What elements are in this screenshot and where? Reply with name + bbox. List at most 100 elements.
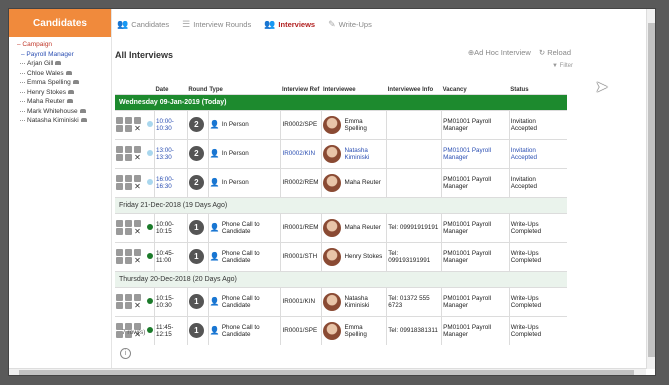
tab-candidates[interactable]: 👥 Candidates bbox=[117, 19, 169, 30]
calendar-icon[interactable] bbox=[116, 257, 123, 264]
edit-icon[interactable] bbox=[125, 146, 132, 153]
interviewee-cell[interactable]: Natasha Kiminiski bbox=[321, 286, 387, 316]
interviewee-name: Maha Reuter bbox=[344, 179, 381, 186]
attach-icon[interactable] bbox=[134, 175, 141, 182]
sidebar-candidate[interactable]: Maha Reuter bbox=[17, 97, 111, 107]
table-row[interactable]: ✕ 10:00- 10:30 2 👤 In Person IR0002/SPE Emma S… bbox=[115, 109, 567, 139]
col-interviewee[interactable]: Interviewee bbox=[322, 87, 387, 94]
attach-icon[interactable] bbox=[134, 117, 141, 124]
type-cell: 👤 Phone Call to Candidate bbox=[207, 315, 281, 345]
view-icon[interactable] bbox=[116, 294, 123, 301]
notes-icon[interactable] bbox=[125, 302, 132, 309]
interviewee-cell[interactable]: Maha Reuter bbox=[321, 167, 387, 197]
calendar-icon[interactable] bbox=[116, 183, 123, 190]
cancel-icon[interactable]: ✕ bbox=[134, 257, 141, 265]
filter-icon: ▼ bbox=[552, 63, 558, 69]
reload-button[interactable]: ↻ Reload bbox=[539, 48, 571, 57]
vertical-scroll-thumb[interactable] bbox=[648, 23, 655, 357]
edit-icon[interactable] bbox=[125, 117, 132, 124]
notes-icon[interactable] bbox=[125, 228, 132, 235]
row-action-icons: ✕ bbox=[116, 146, 145, 162]
horizontal-scrollbar[interactable] bbox=[9, 368, 646, 375]
table-row[interactable]: ✕ 13:00- 13:30 2 👤 In Person IR0002/KIN Natash… bbox=[115, 138, 567, 168]
table-row[interactable]: ✕ 10:00- 10:15 1 👤 Phone Call to Candidate IR… bbox=[115, 212, 567, 242]
view-icon[interactable] bbox=[116, 175, 123, 182]
vertical-scrollbar[interactable] bbox=[646, 9, 655, 369]
cancel-icon[interactable]: ✕ bbox=[134, 228, 141, 236]
table-row[interactable]: ✕ 10:45- 11:00 1 👤 Phone Call to Candidate IR… bbox=[115, 241, 567, 271]
sidebar-candidate[interactable]: Natasha Kiminiski bbox=[17, 116, 111, 126]
notes-icon[interactable] bbox=[125, 125, 132, 132]
ad-hoc-interview-button[interactable]: ⊕Ad Hoc Interview bbox=[468, 48, 531, 57]
cancel-icon[interactable]: ✕ bbox=[134, 183, 141, 191]
status-dot-icon bbox=[146, 223, 153, 230]
edit-icon[interactable] bbox=[125, 249, 132, 256]
tab-write-ups[interactable]: ✎ Write-Ups bbox=[328, 19, 372, 30]
table-row[interactable]: ✕ 11:45- 12:15 1 👤 Phone Call to Candidate IR… bbox=[115, 315, 567, 345]
tab-interview-rounds[interactable]: ☰ Interview Rounds bbox=[182, 19, 251, 30]
sidebar-candidate[interactable]: Chloe Wales bbox=[17, 69, 111, 79]
round-cell: 1 bbox=[186, 241, 209, 271]
horizontal-scroll-thumb[interactable] bbox=[19, 370, 634, 375]
round-badge: 2 bbox=[188, 146, 204, 161]
col-interviewee-info[interactable]: Interviewee Info bbox=[387, 87, 442, 94]
edit-icon[interactable] bbox=[125, 220, 132, 227]
calendar-icon[interactable] bbox=[116, 125, 123, 132]
edit-icon[interactable] bbox=[125, 294, 132, 301]
interview-ref-cell-text: IR0001/KIN bbox=[282, 298, 316, 305]
col-type[interactable]: Type bbox=[208, 87, 281, 94]
vacancy-cell: PM01001 Payroll Manager bbox=[441, 241, 510, 271]
col-round[interactable]: Round bbox=[187, 87, 208, 94]
notes-icon[interactable] bbox=[125, 257, 132, 264]
cancel-icon[interactable]: ✕ bbox=[134, 125, 141, 133]
attach-icon[interactable] bbox=[134, 146, 141, 153]
view-icon[interactable] bbox=[116, 220, 123, 227]
people-icon: 👥 bbox=[117, 19, 129, 29]
view-icon[interactable] bbox=[116, 146, 123, 153]
date-group-label: Thursday 20-Dec-2018 (20 Days Ago) bbox=[115, 270, 567, 287]
campaign-label: Campaign bbox=[22, 41, 53, 48]
notes-icon[interactable] bbox=[125, 154, 132, 161]
interviewee-cell[interactable]: Natasha Kiminiski bbox=[321, 138, 387, 168]
status-cell: Invitation Accepted bbox=[508, 167, 567, 197]
calendar-icon[interactable] bbox=[116, 302, 123, 309]
attach-icon[interactable] bbox=[134, 249, 141, 256]
edit-icon[interactable] bbox=[125, 175, 132, 182]
col-date[interactable]: Date bbox=[154, 87, 187, 94]
candidate-name: Maha Reuter bbox=[27, 98, 65, 105]
attach-icon[interactable] bbox=[134, 294, 141, 301]
interviewee-cell[interactable]: Henry Stokes bbox=[321, 241, 387, 271]
date-group-row: Thursday 20-Dec-2018 (20 Days Ago) bbox=[115, 270, 567, 287]
cancel-icon[interactable]: ✕ bbox=[134, 302, 141, 310]
round-cell: 1 bbox=[186, 212, 209, 242]
table-row[interactable]: ✕ 10:15- 10:30 1 👤 Phone Call to Candidate IR… bbox=[115, 286, 567, 316]
calendar-icon[interactable] bbox=[116, 154, 123, 161]
calendar-icon[interactable] bbox=[116, 228, 123, 235]
candidate-name: Emma Spelling bbox=[27, 79, 71, 86]
view-icon[interactable] bbox=[116, 117, 123, 124]
sidebar-candidate[interactable]: Mark Whitehouse bbox=[17, 107, 111, 117]
info-icon[interactable]: i bbox=[120, 348, 131, 359]
attach-icon[interactable] bbox=[134, 220, 141, 227]
status-cell-text: Invitation Accepted bbox=[510, 175, 537, 190]
table-row[interactable]: ✕ 16:00- 16:30 2 👤 In Person IR0002/REM Maha R… bbox=[115, 167, 567, 197]
status-cell: Invitation Accepted bbox=[508, 138, 567, 168]
notes-icon[interactable] bbox=[125, 183, 132, 190]
sidebar-candidate[interactable]: Emma Spelling bbox=[17, 78, 111, 88]
interviewee-cell[interactable]: Emma Spelling bbox=[321, 315, 387, 345]
cancel-icon[interactable]: ✕ bbox=[134, 154, 141, 162]
tree-campaign[interactable]: – Campaign bbox=[17, 40, 111, 50]
view-icon[interactable] bbox=[116, 249, 123, 256]
sidebar-candidate[interactable]: Arjan Gill bbox=[17, 59, 111, 69]
col-interview-ref[interactable]: Interview Ref bbox=[281, 87, 322, 94]
tab-interviews[interactable]: 👥 Interviews bbox=[264, 19, 315, 30]
time-cell: 10:45- 11:00 bbox=[153, 241, 188, 271]
sidebar-candidate[interactable]: Henry Stokes bbox=[17, 88, 111, 98]
tree-payroll-manager[interactable]: – Payroll Manager bbox=[17, 50, 111, 60]
filter-button[interactable]: ▼ Filter bbox=[552, 63, 573, 69]
interviewee-cell[interactable]: Emma Spelling bbox=[321, 109, 387, 139]
col-vacancy[interactable]: Vacancy bbox=[442, 87, 510, 94]
tab-label: Candidates bbox=[131, 20, 170, 29]
interviewee-cell[interactable]: Maha Reuter bbox=[321, 212, 387, 242]
col-status[interactable]: Status bbox=[509, 87, 567, 94]
